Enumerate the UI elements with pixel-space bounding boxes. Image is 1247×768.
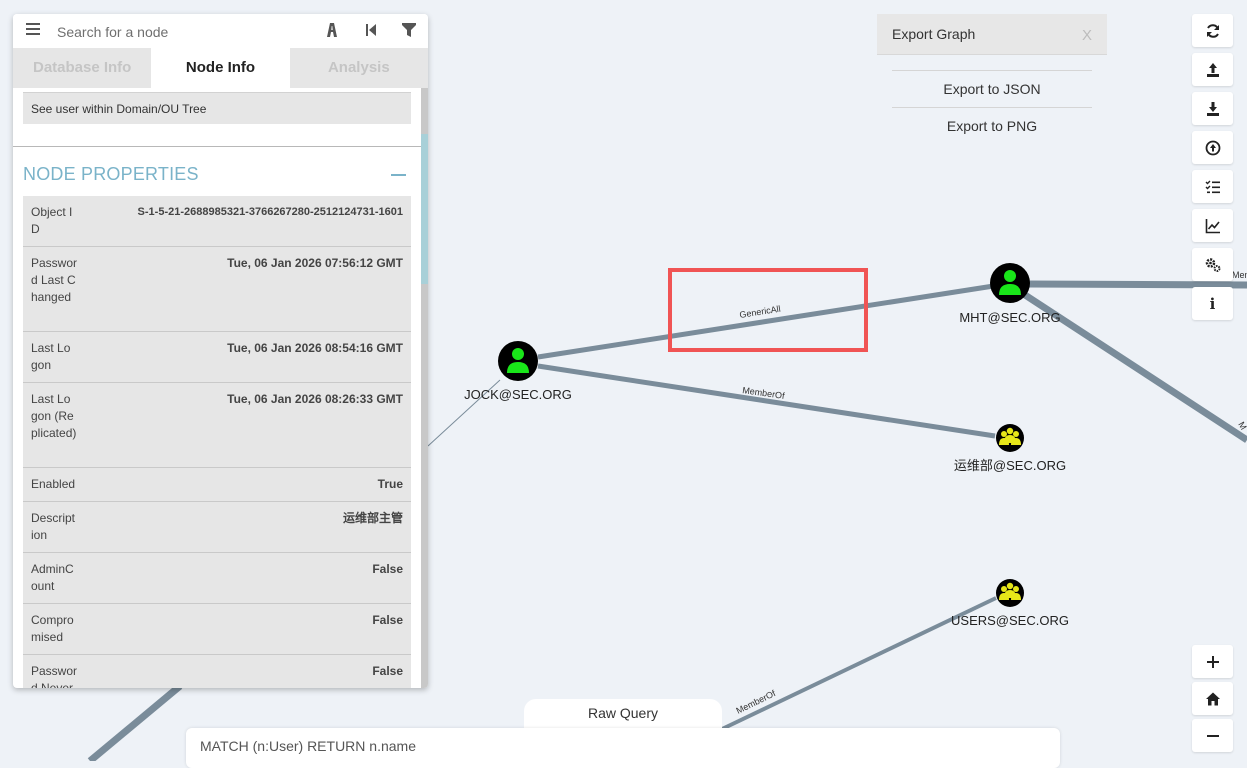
export-graph-menu: Export Graph X Export to JSON Export to … [877, 14, 1107, 149]
node-jock[interactable]: JOCK@SEC.ORG [464, 341, 572, 402]
chart-icon [1205, 218, 1220, 233]
node-label-ops-group: 运维部@SEC.ORG [954, 458, 1066, 473]
property-value: False [372, 664, 403, 678]
property-row: Compromised False [23, 604, 411, 655]
property-key: Compromised [31, 613, 74, 644]
refresh-button[interactable] [1192, 14, 1233, 47]
search-input[interactable] [55, 19, 289, 45]
property-row: Last Logon (Replicated) Tue, 06 Jan 2026… [23, 383, 411, 468]
home-button[interactable] [1192, 682, 1233, 715]
zoom-out-icon [1206, 734, 1219, 737]
back-icon[interactable] [363, 22, 379, 38]
search-bar [13, 14, 428, 48]
export-json-button[interactable]: Export to JSON [892, 81, 1092, 97]
edge-generic-all[interactable] [537, 282, 1001, 360]
edge-memberof-1[interactable] [537, 363, 996, 439]
node-info-content[interactable]: See user within Domain/OU Tree NODE PROP… [13, 88, 421, 688]
download-button[interactable] [1192, 92, 1233, 125]
info-icon: i [1209, 294, 1216, 313]
download-icon [1206, 101, 1219, 116]
stats-button[interactable] [1192, 209, 1233, 242]
filter-icon[interactable] [401, 22, 417, 38]
property-row: Last Logon Tue, 06 Jan 2026 08:54:16 GMT [23, 332, 411, 383]
property-value: False [372, 613, 403, 627]
property-value: Tue, 06 Jan 2026 07:56:12 GMT [227, 256, 403, 270]
property-row: AdminCount False [23, 553, 411, 604]
refresh-icon [1206, 23, 1219, 38]
node-label-jock: JOCK@SEC.ORG [464, 387, 572, 402]
property-key: Last Logon (Replicated) [31, 392, 77, 440]
property-value: S-1-5-21-2688985321-3766267280-251212473… [137, 206, 403, 218]
property-key: Enabled [31, 477, 76, 491]
about-button[interactable]: i [1192, 287, 1233, 320]
edge-line-right[interactable] [1027, 280, 1247, 289]
property-row: Password Never Expires False [23, 655, 411, 688]
section-title: NODE PROPERTIES [23, 164, 199, 184]
zoom-out-button[interactable] [1192, 719, 1233, 752]
tab-analysis[interactable]: Analysis [289, 48, 428, 88]
property-value: Tue, 06 Jan 2026 08:26:33 GMT [227, 392, 403, 406]
node-mht[interactable]: MHT@SEC.ORG [959, 263, 1061, 325]
raw-query-input[interactable] [198, 734, 1042, 758]
node-info-panel: Database Info Node Info Analysis See use… [13, 14, 428, 688]
property-value: Tue, 06 Jan 2026 08:54:16 GMT [227, 341, 403, 355]
collapse-icon[interactable] [391, 174, 406, 176]
property-key: Password Last Changed [31, 256, 78, 304]
settings-icon [1205, 257, 1220, 272]
node-label-mht: MHT@SEC.ORG [959, 310, 1060, 325]
export-header: Export Graph X [877, 14, 1107, 55]
divider [13, 146, 421, 147]
checklist-icon [1205, 180, 1220, 193]
edge-label-mem: Mem [1232, 270, 1247, 280]
node-label-users-group: USERS@SEC.ORG [951, 613, 1069, 628]
upload-button[interactable] [1192, 53, 1233, 86]
menu-icon[interactable] [26, 23, 40, 37]
property-value: True [377, 477, 403, 491]
domain-tree-link[interactable]: See user within Domain/OU Tree [23, 92, 411, 124]
edge-label-m: M [1236, 420, 1247, 431]
property-key: AdminCount [31, 562, 74, 593]
property-value: 运维部主管 [342, 511, 403, 525]
raw-query-bar [186, 728, 1060, 768]
import-button[interactable] [1192, 131, 1233, 164]
property-value: False [372, 562, 403, 576]
raw-query-toggle[interactable]: Raw Query [524, 699, 722, 728]
tab-node-info[interactable]: Node Info [151, 48, 290, 88]
property-row: Description 运维部主管 [23, 502, 411, 553]
settings-button[interactable] [1192, 248, 1233, 281]
node-users-group[interactable]: USERS@SEC.ORG [951, 579, 1069, 628]
queries-button[interactable] [1192, 170, 1233, 203]
property-key: Password Never Expires [31, 664, 78, 688]
export-title: Export Graph [892, 26, 976, 42]
property-row: Enabled True [23, 468, 411, 502]
zoom-in-button[interactable] [1192, 645, 1233, 678]
tab-database-info[interactable]: Database Info [13, 48, 152, 88]
properties-table: Object ID S-1-5-21-2688985321-3766267280… [23, 196, 411, 688]
zoom-in-icon [1206, 655, 1219, 668]
edge-line[interactable] [87, 683, 183, 761]
property-key: Object ID [31, 205, 73, 236]
home-icon [1205, 692, 1220, 705]
property-row: Password Last Changed Tue, 06 Jan 2026 0… [23, 247, 411, 332]
property-row: Object ID S-1-5-21-2688985321-3766267280… [23, 196, 411, 247]
close-icon[interactable]: X [1082, 27, 1092, 44]
scrollbar-thumb[interactable] [421, 134, 428, 284]
property-key: Description [31, 511, 76, 542]
import-icon [1205, 140, 1220, 155]
export-png-button[interactable]: Export to PNG [892, 118, 1092, 134]
upload-icon [1206, 62, 1219, 77]
property-key: Last Logon [31, 341, 71, 372]
divider [892, 107, 1092, 108]
divider [892, 70, 1092, 71]
panel-tabs: Database Info Node Info Analysis [13, 48, 428, 88]
pathfinding-icon[interactable] [324, 22, 340, 38]
edge-label-genericall: GenericAll [739, 304, 782, 320]
